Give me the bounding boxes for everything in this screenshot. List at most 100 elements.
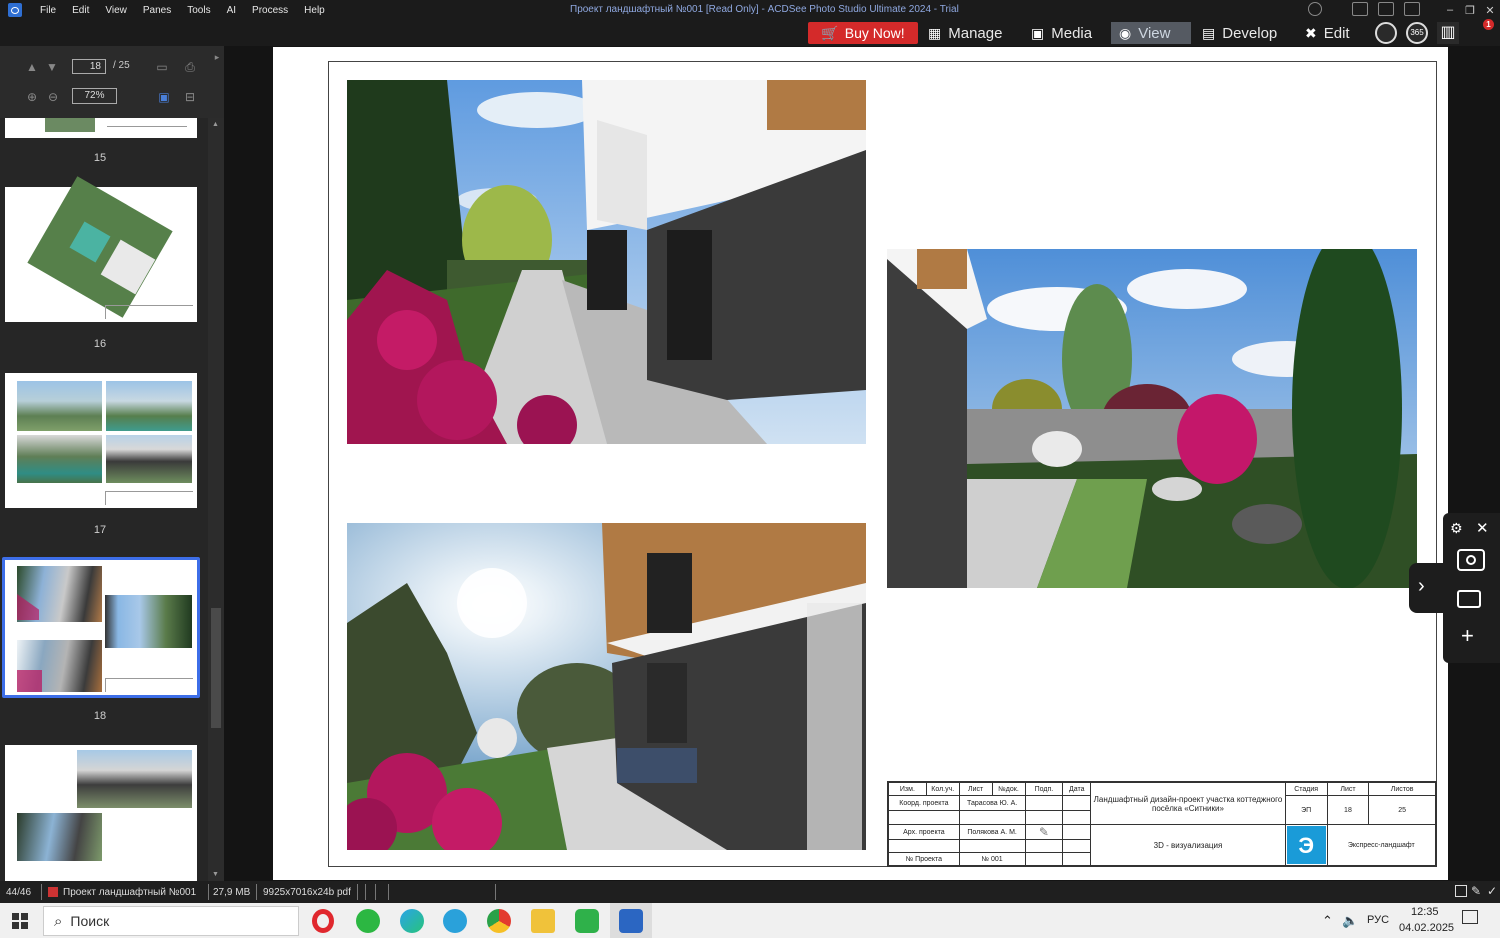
- media-icon: ▣: [1031, 24, 1045, 41]
- volume-icon[interactable]: 🔈: [1342, 913, 1358, 929]
- stamp-subtitle: 3D - визуализация: [1090, 824, 1286, 866]
- page-nav-toolbar: ▲ ▼ 18 / 25 ▭ ⎙ ⊕ ⊖ 72% ▣ ⊟ ▸: [0, 46, 224, 118]
- cart-icon: 🛒: [821, 24, 839, 41]
- menu-ai[interactable]: AI: [219, 5, 244, 16]
- scroll-up-icon[interactable]: ▲: [212, 121, 219, 128]
- eye-icon: ◉: [1119, 24, 1132, 41]
- view-mode-icon[interactable]: [1455, 885, 1467, 897]
- layout-left-icon[interactable]: [1352, 2, 1368, 16]
- tray-chevron-icon[interactable]: ⌃: [1322, 913, 1333, 929]
- opera-icon[interactable]: [312, 909, 334, 933]
- status-filename: Проект ландшафтный №001: [63, 887, 197, 898]
- window-title: Проект ландшафтный №001 [Read Only] - AC…: [570, 4, 959, 15]
- whatsapp-icon[interactable]: [356, 909, 380, 933]
- plus-icon[interactable]: +: [1461, 623, 1474, 649]
- edge-icon[interactable]: [400, 909, 424, 933]
- buy-now-button[interactable]: 🛒 Buy Now!: [808, 22, 918, 44]
- menu-view[interactable]: View: [97, 5, 135, 16]
- close-icon[interactable]: ✕: [1480, 4, 1500, 17]
- restore-icon[interactable]: ❐: [1460, 4, 1480, 17]
- layout-bottom-icon[interactable]: [1378, 2, 1394, 16]
- menu-tools[interactable]: Tools: [179, 5, 218, 16]
- minimize-icon[interactable]: –: [1440, 4, 1460, 16]
- telegram-icon[interactable]: [443, 909, 467, 933]
- mode-view[interactable]: ◉ View: [1111, 22, 1191, 44]
- thumbnail-label-15: 15: [93, 152, 107, 164]
- thumbnail-page-15[interactable]: [5, 118, 197, 138]
- right-tools: 365 ▥ 1: [1375, 19, 1494, 44]
- zoom-input[interactable]: 72%: [72, 88, 117, 104]
- notifications-icon[interactable]: 1: [1468, 19, 1494, 44]
- account-icon[interactable]: [1308, 2, 1322, 16]
- app-green-icon[interactable]: [575, 909, 599, 933]
- thumbnail-page-18[interactable]: [5, 560, 197, 695]
- zoom-in-icon[interactable]: ⊕: [25, 90, 39, 104]
- acdsee-365-icon[interactable]: 365: [1406, 22, 1428, 44]
- clock-date[interactable]: 04.02.2025: [1399, 922, 1454, 934]
- thumbnail-label-16: 16: [93, 338, 107, 350]
- search-placeholder: Поиск: [70, 913, 110, 929]
- title-block: Изм. Кол.уч. Лист №док. Подп. Дата Ландш…: [887, 781, 1437, 867]
- capture-toggle[interactable]: ›: [1409, 563, 1443, 613]
- menu-panes[interactable]: Panes: [135, 5, 179, 16]
- statistics-icon[interactable]: ▥: [1437, 22, 1459, 44]
- print-icon[interactable]: ⎙: [183, 60, 197, 74]
- language-indicator[interactable]: РУС: [1367, 914, 1389, 926]
- status-filesize: 27,9 MB: [213, 887, 251, 898]
- stamp-koord-name: Тарасова Ю. А.: [958, 795, 1026, 811]
- mode-develop-label: Develop: [1222, 24, 1278, 42]
- windows-start-icon[interactable]: [12, 913, 28, 929]
- app-logo-icon: [8, 3, 22, 17]
- checkmark-icon[interactable]: ✓: [1487, 884, 1497, 898]
- signature-mark: ✎: [1024, 824, 1064, 840]
- edit-brush-icon: ✖: [1305, 24, 1317, 41]
- mode-edit-label: Edit: [1323, 24, 1350, 42]
- thumbnail-label-18: 18: [93, 710, 107, 722]
- mode-media[interactable]: ▣ Media: [1023, 22, 1100, 44]
- layout-right-icon[interactable]: [1404, 2, 1420, 16]
- thumbnail-page-16[interactable]: [5, 176, 197, 322]
- menu-bar: File Edit View Panes Tools AI Process He…: [32, 5, 333, 16]
- thumbnail-page-17[interactable]: [5, 373, 197, 508]
- stamp-header-list: Лист: [958, 782, 993, 796]
- dashboard-icon[interactable]: [1375, 22, 1397, 44]
- taskbar-search[interactable]: ⌕ Поиск: [43, 906, 299, 936]
- mode-edit[interactable]: ✖ Edit: [1297, 22, 1358, 44]
- develop-icon: ▤: [1202, 24, 1216, 41]
- page-number-input[interactable]: 18: [72, 59, 106, 74]
- mode-manage[interactable]: ▦ Manage: [920, 22, 1010, 44]
- mode-media-label: Media: [1051, 24, 1093, 42]
- buy-now-label: Buy Now!: [844, 25, 905, 41]
- fit-page-icon[interactable]: ▣: [157, 90, 171, 104]
- page-down-icon[interactable]: ▼: [45, 60, 59, 74]
- thumbnail-page-19[interactable]: [5, 745, 197, 881]
- menu-help[interactable]: Help: [296, 5, 333, 16]
- thumbnail-scrollbar[interactable]: ▲ ▼: [208, 118, 224, 881]
- pdf-file-icon: [48, 887, 58, 897]
- open-folder-icon[interactable]: ▭: [155, 60, 169, 74]
- stamp-header-data: Дата: [1062, 782, 1092, 796]
- close-overlay-icon[interactable]: ✕: [1476, 519, 1489, 537]
- scrollbar-thumb[interactable]: [211, 608, 221, 728]
- mode-develop[interactable]: ▤ Develop: [1194, 22, 1285, 44]
- edit-mode-icon[interactable]: ✎: [1471, 884, 1481, 898]
- fit-width-icon[interactable]: ⊟: [183, 90, 197, 104]
- stamp-company: Экспресс-ландшафт: [1326, 824, 1437, 866]
- zoom-out-icon[interactable]: ⊖: [46, 90, 60, 104]
- menu-file[interactable]: File: [32, 5, 64, 16]
- stamp-sheets-header: Листов: [1368, 782, 1436, 796]
- menu-edit[interactable]: Edit: [64, 5, 97, 16]
- chrome-icon[interactable]: [487, 909, 511, 933]
- thumbnail-list: 15 16 17 18: [0, 118, 208, 881]
- gear-icon[interactable]: ⚙: [1450, 520, 1463, 537]
- clock-time[interactable]: 12:35: [1411, 906, 1439, 918]
- panel-collapse-icon[interactable]: ▸: [210, 50, 224, 64]
- video-camera-icon[interactable]: [1457, 590, 1481, 608]
- notifications-center-icon[interactable]: [1462, 910, 1478, 924]
- file-explorer-icon[interactable]: [531, 909, 555, 933]
- menu-process[interactable]: Process: [244, 5, 296, 16]
- page-up-icon[interactable]: ▲: [25, 60, 39, 74]
- camera-icon[interactable]: [1457, 549, 1485, 571]
- grid-icon: ▦: [928, 24, 942, 41]
- scroll-down-icon[interactable]: ▼: [212, 871, 219, 878]
